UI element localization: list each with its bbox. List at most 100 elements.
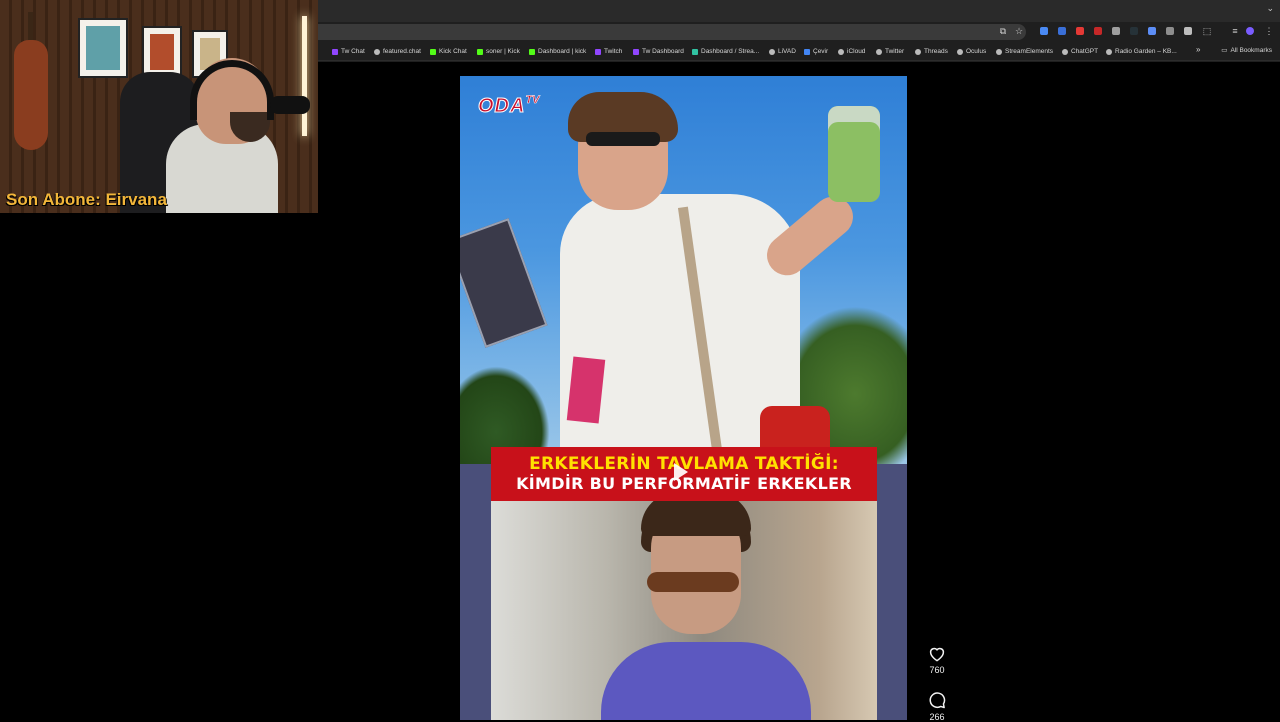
- bookmark-item[interactable]: StreamElements: [996, 46, 1053, 57]
- globe-icon: [996, 48, 1002, 55]
- bookmark-item[interactable]: Çevir: [804, 46, 828, 57]
- aviator-sunglasses: [647, 572, 739, 592]
- bookmark-label: Twitter: [885, 48, 905, 55]
- odatv-logo: ODA TV: [477, 94, 540, 118]
- translate-icon: [804, 48, 810, 55]
- frame-art: [150, 34, 174, 70]
- bookmark-item[interactable]: Oculus: [957, 46, 986, 57]
- like-button[interactable]: 760: [924, 645, 950, 675]
- extension-icon[interactable]: [1112, 27, 1120, 35]
- bookmark-item[interactable]: Threads: [915, 46, 948, 57]
- bookmark-label: Radio Garden – KB...: [1115, 48, 1177, 55]
- bookmark-label: Kick Chat: [439, 48, 467, 55]
- streamlabs-icon: [692, 48, 698, 55]
- address-bar[interactable]: [318, 24, 1026, 40]
- reel-video[interactable]: ODA TV ERKEKLERİN TAVLAMA TAKTİĞİ: KİMDİ…: [460, 76, 907, 720]
- bookmark-item[interactable]: Radio Garden – KB...: [1106, 46, 1177, 57]
- extension-icon[interactable]: [1130, 27, 1138, 35]
- wall-art-frame: [78, 18, 128, 78]
- extension-icon[interactable]: [1184, 27, 1192, 35]
- avatar[interactable]: [1246, 27, 1254, 35]
- wall-art-frame: [142, 26, 182, 78]
- bookmark-item[interactable]: Dashboard | kick: [529, 46, 586, 57]
- bookmark-label: Dashboard / Strea...: [701, 48, 760, 55]
- bookmark-item[interactable]: Dashboard / Strea...: [692, 46, 759, 57]
- kick-icon: [430, 48, 436, 55]
- bookmark-item[interactable]: LiVAD: [769, 46, 796, 57]
- browser-chrome: ⌄ ⧉ ☆ ⬚ ≡ ⋮ Tw Chat featured.chat Kick C…: [318, 0, 1280, 62]
- bookmark-label: StreamElements: [1005, 48, 1054, 55]
- guitar: [14, 40, 48, 150]
- bookmark-label: ChatGPT: [1071, 48, 1099, 55]
- globe-icon: [1106, 48, 1112, 55]
- extension-icon[interactable]: [1166, 27, 1174, 35]
- media-controls-icon[interactable]: ≡: [1230, 26, 1240, 36]
- bookmark-item[interactable]: iCloud: [838, 46, 865, 57]
- browser-toolbar: ⧉ ☆ ⬚ ≡ ⋮: [318, 22, 1280, 42]
- bookmark-label: LiVAD: [778, 48, 796, 55]
- microphone: [270, 96, 310, 114]
- comment-count: 266: [929, 712, 945, 722]
- bookmark-label: Tw Chat: [341, 48, 365, 55]
- bookmarks-bar: Tw Chat featured.chat Kick Chat soner | …: [318, 42, 1280, 61]
- bookmark-label: featured.chat: [383, 48, 421, 55]
- all-bookmarks-button[interactable]: ▭ All Bookmarks: [1221, 46, 1272, 55]
- globe-icon: [769, 48, 775, 55]
- extension-icon[interactable]: [1076, 27, 1084, 35]
- extension-icon[interactable]: [1148, 27, 1156, 35]
- bookmark-label: Threads: [924, 48, 948, 55]
- bookmark-item[interactable]: featured.chat: [374, 46, 421, 57]
- extension-icon[interactable]: [1040, 27, 1048, 35]
- twitch-icon: [595, 48, 601, 55]
- logo-sub: TV: [525, 94, 540, 107]
- install-app-icon[interactable]: ⧉: [998, 26, 1008, 36]
- globe-icon: [876, 48, 882, 55]
- vinyl-record: [460, 218, 548, 348]
- bookmark-item[interactable]: Twitch: [595, 46, 622, 57]
- bookmark-label: Oculus: [966, 48, 987, 55]
- play-icon[interactable]: [674, 463, 688, 481]
- bookmark-label: Twitch: [604, 48, 623, 55]
- heart-icon: [929, 647, 945, 662]
- bookmark-item[interactable]: Twitter: [876, 46, 904, 57]
- webcam-overlay: Son Abone: Eirvana: [0, 0, 318, 213]
- bookmark-item[interactable]: soner | Kick: [477, 46, 520, 57]
- photo-top: ODA TV: [460, 76, 907, 484]
- twitch-icon: [332, 48, 338, 55]
- bookmarks-overflow-button[interactable]: »: [1196, 45, 1200, 54]
- bookmark-item[interactable]: Kick Chat: [430, 46, 467, 57]
- comment-icon: [929, 692, 946, 709]
- kick-icon: [529, 48, 535, 55]
- bookmark-label: Tw Dashboard: [642, 48, 684, 55]
- light-strip: [302, 16, 307, 136]
- kick-icon: [477, 48, 483, 55]
- frame-art: [86, 26, 120, 70]
- bookmark-star-icon[interactable]: ☆: [1014, 26, 1024, 36]
- twitch-icon: [633, 48, 639, 55]
- bookmark-label: Çevir: [813, 48, 829, 55]
- extension-icon[interactable]: [1058, 27, 1066, 35]
- logo-main: ODA: [477, 94, 526, 117]
- like-count: 760: [929, 665, 945, 675]
- chevron-down-icon[interactable]: ⌄: [1266, 3, 1274, 14]
- globe-icon: [957, 48, 963, 55]
- all-bookmarks-label: All Bookmarks: [1230, 46, 1272, 54]
- bookmark-item[interactable]: ChatGPT: [1062, 46, 1098, 57]
- threads-icon: [915, 48, 921, 55]
- bookmark-label: Dashboard | kick: [538, 48, 587, 55]
- puzzle-icon[interactable]: ⬚: [1202, 26, 1212, 36]
- folder-icon: ▭: [1221, 47, 1228, 54]
- bookmark-label: soner | Kick: [486, 48, 520, 55]
- chatgpt-icon: [1062, 48, 1068, 55]
- bookmark-item[interactable]: Tw Chat: [332, 46, 365, 57]
- bookmark-item[interactable]: Tw Dashboard: [633, 46, 684, 57]
- sunglasses: [586, 132, 660, 146]
- book: [566, 356, 606, 424]
- more-menu-icon[interactable]: ⋮: [1264, 26, 1274, 36]
- last-subscriber-text: Son Abone: Eirvana: [6, 190, 167, 209]
- globe-icon: [374, 48, 380, 55]
- apple-icon: [838, 48, 844, 55]
- comment-button[interactable]: 266: [924, 691, 950, 722]
- extension-icon[interactable]: [1094, 27, 1102, 35]
- tab-strip: ⌄: [318, 0, 1280, 22]
